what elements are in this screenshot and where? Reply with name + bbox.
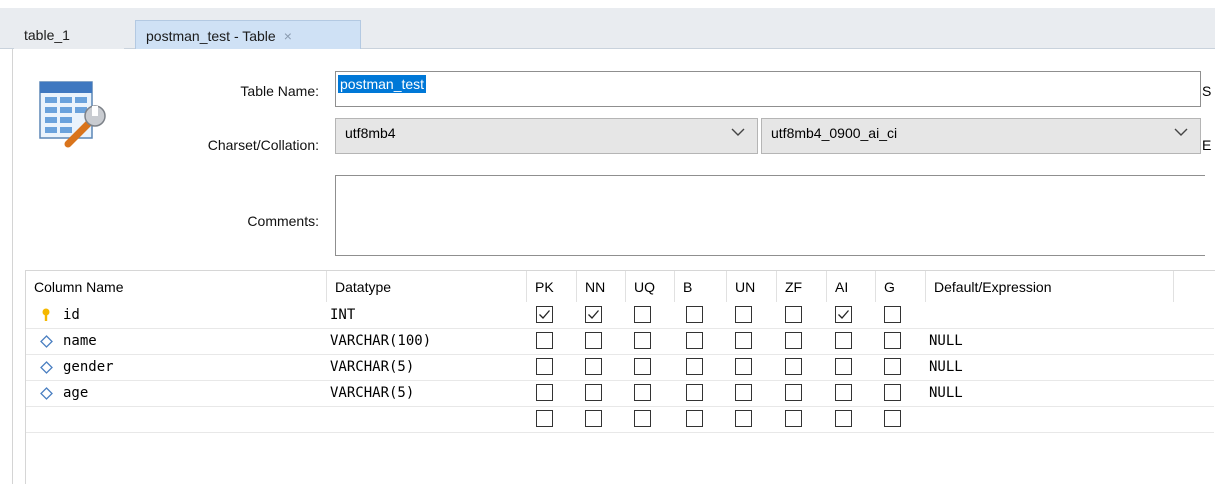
column-diamond-icon: [40, 361, 53, 374]
col-header-column-name[interactable]: Column Name: [26, 271, 327, 302]
col-header-un[interactable]: UN: [727, 271, 777, 302]
flag-checkbox-zf[interactable]: [785, 332, 802, 349]
flag-checkbox-uq[interactable]: [634, 332, 651, 349]
chevron-down-icon: [731, 128, 745, 136]
col-header-pk[interactable]: PK: [527, 271, 577, 302]
checkmark-icon: [588, 310, 599, 319]
flag-checkbox-g[interactable]: [884, 384, 901, 401]
flag-checkbox-b[interactable]: [686, 306, 703, 323]
row-divider: [26, 432, 1214, 433]
flag-checkbox-g[interactable]: [884, 410, 901, 427]
checkmark-icon: [838, 310, 849, 319]
default-expression-cell[interactable]: NULL: [929, 385, 963, 401]
flag-checkbox-b[interactable]: [686, 358, 703, 375]
collation-value: utf8mb4_0900_ai_ci: [771, 125, 898, 141]
default-expression-cell[interactable]: NULL: [929, 333, 963, 349]
charset-collation-label: Charset/Collation:: [207, 137, 319, 153]
col-header-uq[interactable]: UQ: [626, 271, 675, 302]
flag-checkbox-zf[interactable]: [785, 306, 802, 323]
datatype-cell[interactable]: VARCHAR(5): [330, 385, 414, 401]
charset-select[interactable]: utf8mb4: [335, 118, 758, 154]
schema-label-clipped: S: [1202, 83, 1212, 99]
col-header-ai[interactable]: AI: [827, 271, 876, 302]
flag-checkbox-uq[interactable]: [634, 384, 651, 401]
col-header-b[interactable]: B: [675, 271, 727, 302]
flag-checkbox-ai[interactable]: [835, 384, 852, 401]
table-name-input[interactable]: postman_test: [335, 71, 1201, 107]
tab-table-1[interactable]: table_1: [14, 20, 124, 49]
flag-checkbox-un[interactable]: [735, 306, 752, 323]
flag-checkbox-un[interactable]: [735, 332, 752, 349]
flag-checkbox-nn[interactable]: [585, 384, 602, 401]
col-header-default-expression[interactable]: Default/Expression: [926, 271, 1174, 302]
table-row[interactable]: gender VARCHAR(5) NULL: [26, 355, 1214, 380]
table-row[interactable]: name VARCHAR(100) NULL: [26, 329, 1214, 354]
col-header-nn[interactable]: NN: [577, 271, 626, 302]
flag-checkbox-nn[interactable]: [585, 306, 602, 323]
flag-checkbox-ai[interactable]: [835, 332, 852, 349]
comments-textarea[interactable]: [335, 175, 1205, 256]
flag-checkbox-pk[interactable]: [536, 410, 553, 427]
flag-checkbox-zf[interactable]: [785, 384, 802, 401]
engine-label-clipped: E: [1202, 137, 1212, 153]
flag-checkbox-zf[interactable]: [785, 410, 802, 427]
flag-checkbox-nn[interactable]: [585, 358, 602, 375]
column-name-cell[interactable]: id: [63, 307, 80, 323]
tab-label: postman_test - Table: [146, 28, 276, 44]
column-name-cell[interactable]: gender: [63, 359, 114, 375]
flag-checkbox-un[interactable]: [735, 384, 752, 401]
flag-checkbox-ai[interactable]: [835, 306, 852, 323]
table-row[interactable]: id INT: [26, 303, 1214, 328]
table-row[interactable]: [26, 407, 1214, 432]
flag-checkbox-ai[interactable]: [835, 410, 852, 427]
flag-checkbox-un[interactable]: [735, 358, 752, 375]
column-diamond-icon: [40, 335, 53, 348]
flag-checkbox-pk[interactable]: [536, 358, 553, 375]
datatype-cell[interactable]: VARCHAR(100): [330, 333, 431, 349]
default-expression-cell[interactable]: NULL: [929, 359, 963, 375]
datatype-cell[interactable]: VARCHAR(5): [330, 359, 414, 375]
flag-checkbox-uq[interactable]: [634, 358, 651, 375]
flag-checkbox-b[interactable]: [686, 410, 703, 427]
flag-checkbox-g[interactable]: [884, 306, 901, 323]
comments-label: Comments:: [247, 213, 319, 229]
flag-checkbox-g[interactable]: [884, 358, 901, 375]
column-diamond-icon: [40, 387, 53, 400]
flag-checkbox-nn[interactable]: [585, 332, 602, 349]
datatype-cell[interactable]: INT: [330, 307, 355, 323]
checkmark-icon: [539, 310, 550, 319]
editor-tab-bar: table_1 postman_test - Table ×: [0, 8, 1215, 49]
table-editor-icon: [39, 81, 106, 148]
columns-grid: Column Name Datatype PK NN UQ B UN ZF AI…: [25, 270, 1215, 484]
table-name-value: postman_test: [338, 75, 427, 93]
tab-postman-test-table[interactable]: postman_test - Table ×: [135, 20, 361, 49]
charset-value: utf8mb4: [345, 125, 396, 141]
flag-checkbox-pk[interactable]: [536, 332, 553, 349]
close-icon[interactable]: ×: [284, 28, 292, 44]
primary-key-icon: [42, 308, 50, 321]
flag-checkbox-uq[interactable]: [634, 306, 651, 323]
col-header-g[interactable]: G: [876, 271, 926, 302]
flag-checkbox-b[interactable]: [686, 384, 703, 401]
flag-checkbox-pk[interactable]: [536, 384, 553, 401]
collation-select[interactable]: utf8mb4_0900_ai_ci: [761, 118, 1201, 154]
column-name-cell[interactable]: name: [63, 333, 97, 349]
flag-checkbox-ai[interactable]: [835, 358, 852, 375]
flag-checkbox-nn[interactable]: [585, 410, 602, 427]
flag-checkbox-g[interactable]: [884, 332, 901, 349]
col-header-zf[interactable]: ZF: [777, 271, 827, 302]
flag-checkbox-un[interactable]: [735, 410, 752, 427]
table-name-label: Table Name:: [240, 83, 319, 99]
flag-checkbox-b[interactable]: [686, 332, 703, 349]
column-name-cell[interactable]: age: [63, 385, 88, 401]
flag-checkbox-uq[interactable]: [634, 410, 651, 427]
flag-checkbox-pk[interactable]: [536, 306, 553, 323]
flag-checkbox-zf[interactable]: [785, 358, 802, 375]
chevron-down-icon: [1174, 128, 1188, 136]
table-row[interactable]: age VARCHAR(5) NULL: [26, 381, 1214, 406]
tab-label: table_1: [24, 27, 70, 43]
col-header-datatype[interactable]: Datatype: [327, 271, 527, 302]
